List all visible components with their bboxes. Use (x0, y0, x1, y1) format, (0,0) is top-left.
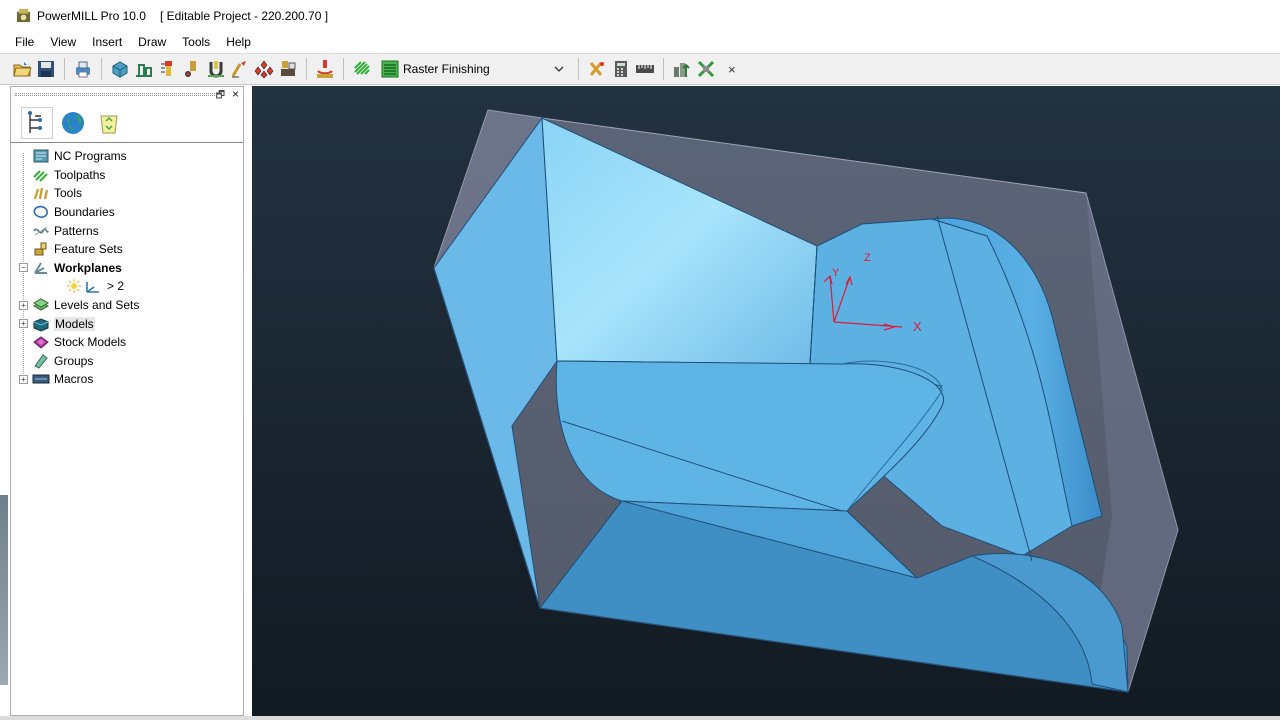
boundaries-icon (32, 204, 50, 220)
axis-y-label: Y (832, 267, 840, 279)
status-bar (0, 716, 1280, 720)
tree-item-models[interactable]: + Models (11, 314, 243, 333)
groups-icon (32, 353, 50, 369)
explorer-header: 🗗 × (11, 87, 243, 103)
tree-item-stock-models[interactable]: Stock Models (11, 333, 243, 352)
macros-icon (32, 371, 50, 387)
tree-item-toolpaths[interactable]: Toolpaths (11, 166, 243, 185)
menu-draw[interactable]: Draw (130, 33, 174, 51)
explorer-tree-tab[interactable] (21, 106, 53, 139)
leads-links-icon[interactable] (229, 58, 251, 80)
patterns-icon (32, 223, 50, 239)
tree-icon (28, 110, 42, 133)
powermill-app-icon (16, 8, 31, 23)
levels-icon (32, 297, 50, 313)
graphics-viewport[interactable]: X Y Z (252, 86, 1280, 716)
tree-item-groups[interactable]: Groups (11, 352, 243, 371)
desktop-edge (0, 495, 8, 685)
menu-tools[interactable]: Tools (174, 33, 218, 51)
recycle-bin-tab[interactable] (93, 107, 125, 139)
collapse-toggle[interactable]: − (19, 263, 28, 273)
menu-insert[interactable]: Insert (84, 33, 130, 51)
menu-help[interactable]: Help (218, 33, 259, 51)
toolbar-close-button[interactable]: × (728, 62, 736, 77)
tree-item-active-workplane[interactable]: > 2 (11, 277, 243, 296)
title-bar: PowerMILL Pro 10.0 [ Editable Project - … (0, 0, 1280, 31)
machine-tool-icon[interactable] (314, 58, 336, 80)
globe-icon (62, 111, 84, 134)
calculator-icon[interactable] (610, 58, 632, 80)
main-toolbar: Raster Finishing × (0, 53, 1280, 85)
panel-restore-button[interactable]: 🗗 (216, 88, 225, 105)
menu-bar: File View Insert Draw Tools Help (0, 31, 1280, 53)
panel-grip[interactable] (15, 93, 215, 96)
project-title: [ Editable Project - 220.200.70 ] (159, 8, 329, 23)
workplane-icon[interactable] (671, 58, 693, 80)
panel-close-button[interactable]: × (232, 87, 239, 101)
toolpath-strategy-select[interactable]: Raster Finishing (376, 57, 572, 81)
rapid-move-heights-icon[interactable] (133, 58, 155, 80)
chevron-down-icon (554, 66, 564, 72)
raster-strategy-icon[interactable] (351, 58, 373, 80)
tree-item-patterns[interactable]: Patterns (11, 221, 243, 240)
active-workplane-icon (67, 278, 103, 294)
toolpaths-icon (32, 167, 50, 183)
window-title: PowerMILL Pro 10.0 (37, 8, 146, 23)
simulation-icon[interactable] (277, 58, 299, 80)
axis-z-label: Z (864, 252, 871, 264)
ruler-icon[interactable] (634, 58, 656, 80)
tool-database-icon[interactable] (586, 58, 608, 80)
tree-item-boundaries[interactable]: Boundaries (11, 203, 243, 222)
tool-icon[interactable] (157, 58, 179, 80)
expand-toggle[interactable]: + (19, 319, 28, 329)
nc-programs-icon (32, 148, 50, 164)
explorer-tabs (11, 103, 243, 143)
block-icon[interactable] (109, 58, 131, 80)
strategy-label: Raster Finishing (403, 62, 490, 76)
expand-toggle[interactable]: + (19, 374, 28, 384)
print-icon[interactable] (72, 58, 94, 80)
open-project-icon[interactable] (11, 58, 33, 80)
recycle-bin-icon (100, 115, 118, 133)
tree-item-tools[interactable]: Tools (11, 184, 243, 203)
tree-item-macros[interactable]: + Macros (11, 370, 243, 389)
explorer-tree: NC Programs Toolpaths Tools Boundaries P (11, 143, 243, 389)
toolpath-verify-icon[interactable] (253, 58, 275, 80)
models-icon (32, 316, 50, 332)
workplanes-icon (32, 260, 50, 276)
feature-sets-icon (32, 241, 50, 257)
tree-item-workplanes[interactable]: − Workplanes (11, 259, 243, 278)
raster-finishing-icon (381, 60, 399, 78)
tree-item-feature-sets[interactable]: Feature Sets (11, 240, 243, 259)
explorer-panel: 🗗 × NC Programs Toolpaths Tools Boundari… (10, 86, 244, 716)
tools-icon (32, 185, 50, 201)
transform-icon[interactable] (695, 58, 717, 80)
axis-x-label: X (913, 319, 922, 334)
menu-file[interactable]: File (7, 33, 42, 51)
world-tab[interactable] (57, 107, 89, 139)
menu-view[interactable]: View (42, 33, 84, 51)
powermill-window: PowerMILL Pro 10.0 [ Editable Project - … (0, 0, 1280, 720)
tree-item-nc-programs[interactable]: NC Programs (11, 147, 243, 166)
stock-models-icon (32, 334, 50, 350)
tree-item-levels-and-sets[interactable]: + Levels and Sets (11, 296, 243, 315)
expand-toggle[interactable]: + (19, 300, 28, 310)
start-point-icon[interactable] (181, 58, 203, 80)
model-view[interactable]: X Y Z (252, 86, 1280, 716)
feed-rates-icon[interactable] (205, 58, 227, 80)
save-project-icon[interactable] (35, 58, 57, 80)
